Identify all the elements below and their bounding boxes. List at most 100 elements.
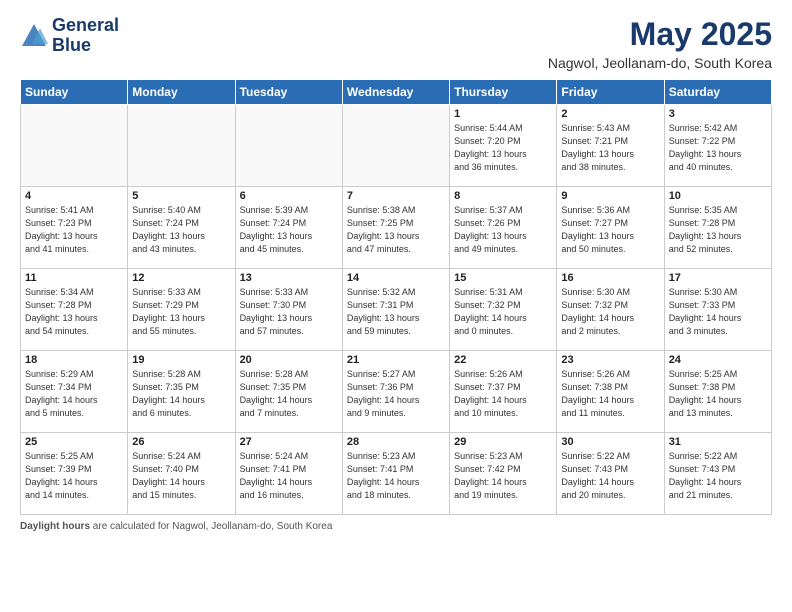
main-title: May 2025 [548,16,772,53]
calendar-cell: 22 Sunrise: 5:26 AM Sunset: 7:37 PM Dayli… [450,351,557,433]
calendar-cell: 15Sunrise: 5:31 AM Sunset: 7:32 PM Dayli… [450,269,557,351]
calendar-cell: 4 Sunrise: 5:41 AM Sunset: 7:23 PM Daylig… [21,187,128,269]
day-number: 27 [240,436,338,448]
footer: Daylight hours are calculated for Nagwol… [20,521,772,532]
calendar-week-1: 1Sunrise: 5:44 AM Sunset: 7:20 PM Daylig… [21,105,772,187]
logo-icon [20,22,48,50]
day-number: 5 [132,190,230,202]
day-number: 9 [561,190,659,202]
day-number: 12 [132,272,230,284]
calendar-cell: 9 Sunrise: 5:36 AM Sunset: 7:27 PM Daylig… [557,187,664,269]
col-header-tuesday: Tuesday [235,80,342,105]
col-header-thursday: Thursday [450,80,557,105]
logo-line2: Blue [52,36,119,56]
calendar-cell [21,105,128,187]
calendar-cell: 2Sunrise: 5:43 AM Sunset: 7:21 PM Daylig… [557,105,664,187]
day-number: 7 [347,190,445,202]
day-number: 16 [561,272,659,284]
calendar-cell: 30Sunrise: 5:22 AM Sunset: 7:43 PM Dayli… [557,433,664,515]
calendar-cell: 10Sunrise: 5:35 AM Sunset: 7:28 PM Dayli… [664,187,771,269]
calendar-week-5: 25 Sunrise: 5:25 AM Sunset: 7:39 PM Dayli… [21,433,772,515]
day-number: 23 [561,354,659,366]
day-number: 15 [454,272,552,284]
day-number: 4 [25,190,123,202]
day-number: 2 [561,108,659,120]
day-info: Sunrise: 5:22 AM Sunset: 7:43 PM Dayligh… [669,450,767,502]
day-number: 22 [454,354,552,366]
header: General Blue May 2025 Nagwol, Jeollanam-… [20,16,772,71]
day-info: Sunrise: 5:27 AM Sunset: 7:36 PM Dayligh… [347,368,445,420]
day-info: Sunrise: 5:25 AM Sunset: 7:38 PM Dayligh… [669,368,767,420]
calendar-cell: 14Sunrise: 5:32 AM Sunset: 7:31 PM Dayli… [342,269,449,351]
calendar-cell: 17Sunrise: 5:30 AM Sunset: 7:33 PM Dayli… [664,269,771,351]
day-number: 31 [669,436,767,448]
day-info: Sunrise: 5:33 AM Sunset: 7:29 PM Dayligh… [132,286,230,338]
day-info: Sunrise: 5:24 AM Sunset: 7:40 PM Dayligh… [132,450,230,502]
day-info: Sunrise: 5:26 AM Sunset: 7:38 PM Dayligh… [561,368,659,420]
calendar-cell: 19 Sunrise: 5:28 AM Sunset: 7:35 PM Dayli… [128,351,235,433]
day-number: 10 [669,190,767,202]
calendar-cell [342,105,449,187]
col-header-friday: Friday [557,80,664,105]
day-info: Sunrise: 5:36 AM Sunset: 7:27 PM Dayligh… [561,204,659,256]
calendar-cell: 5Sunrise: 5:40 AM Sunset: 7:24 PM Daylig… [128,187,235,269]
calendar-cell: 6Sunrise: 5:39 AM Sunset: 7:24 PM Daylig… [235,187,342,269]
calendar-cell: 24 Sunrise: 5:25 AM Sunset: 7:38 PM Dayli… [664,351,771,433]
day-info: Sunrise: 5:44 AM Sunset: 7:20 PM Dayligh… [454,122,552,174]
calendar-cell: 16 Sunrise: 5:30 AM Sunset: 7:32 PM Dayli… [557,269,664,351]
footer-label: Daylight hours [20,521,90,532]
calendar-cell: 25 Sunrise: 5:25 AM Sunset: 7:39 PM Dayli… [21,433,128,515]
day-number: 19 [132,354,230,366]
day-number: 29 [454,436,552,448]
calendar-table: SundayMondayTuesdayWednesdayThursdayFrid… [20,79,772,515]
day-number: 8 [454,190,552,202]
calendar-cell: 3 Sunrise: 5:42 AM Sunset: 7:22 PM Daylig… [664,105,771,187]
calendar-cell [235,105,342,187]
day-info: Sunrise: 5:33 AM Sunset: 7:30 PM Dayligh… [240,286,338,338]
day-info: Sunrise: 5:30 AM Sunset: 7:33 PM Dayligh… [669,286,767,338]
day-number: 11 [25,272,123,284]
day-number: 21 [347,354,445,366]
day-number: 25 [25,436,123,448]
col-header-saturday: Saturday [664,80,771,105]
day-info: Sunrise: 5:32 AM Sunset: 7:31 PM Dayligh… [347,286,445,338]
calendar-cell: 1Sunrise: 5:44 AM Sunset: 7:20 PM Daylig… [450,105,557,187]
title-block: May 2025 Nagwol, Jeollanam-do, South Kor… [548,16,772,71]
day-number: 26 [132,436,230,448]
calendar-cell: 18 Sunrise: 5:29 AM Sunset: 7:34 PM Dayli… [21,351,128,433]
day-info: Sunrise: 5:41 AM Sunset: 7:23 PM Dayligh… [25,204,123,256]
calendar-cell: 28Sunrise: 5:23 AM Sunset: 7:41 PM Dayli… [342,433,449,515]
day-info: Sunrise: 5:26 AM Sunset: 7:37 PM Dayligh… [454,368,552,420]
day-info: Sunrise: 5:28 AM Sunset: 7:35 PM Dayligh… [240,368,338,420]
day-info: Sunrise: 5:22 AM Sunset: 7:43 PM Dayligh… [561,450,659,502]
day-info: Sunrise: 5:38 AM Sunset: 7:25 PM Dayligh… [347,204,445,256]
calendar-cell: 8Sunrise: 5:37 AM Sunset: 7:26 PM Daylig… [450,187,557,269]
calendar-cell: 27Sunrise: 5:24 AM Sunset: 7:41 PM Dayli… [235,433,342,515]
calendar-cell: 12 Sunrise: 5:33 AM Sunset: 7:29 PM Dayli… [128,269,235,351]
subtitle: Nagwol, Jeollanam-do, South Korea [548,55,772,71]
calendar-header-row: SundayMondayTuesdayWednesdayThursdayFrid… [21,80,772,105]
day-info: Sunrise: 5:25 AM Sunset: 7:39 PM Dayligh… [25,450,123,502]
calendar-cell: 11 Sunrise: 5:34 AM Sunset: 7:28 PM Dayli… [21,269,128,351]
calendar-week-2: 4 Sunrise: 5:41 AM Sunset: 7:23 PM Daylig… [21,187,772,269]
day-info: Sunrise: 5:39 AM Sunset: 7:24 PM Dayligh… [240,204,338,256]
day-number: 24 [669,354,767,366]
day-info: Sunrise: 5:23 AM Sunset: 7:41 PM Dayligh… [347,450,445,502]
day-info: Sunrise: 5:29 AM Sunset: 7:34 PM Dayligh… [25,368,123,420]
day-info: Sunrise: 5:28 AM Sunset: 7:35 PM Dayligh… [132,368,230,420]
col-header-wednesday: Wednesday [342,80,449,105]
calendar-week-4: 18 Sunrise: 5:29 AM Sunset: 7:34 PM Dayli… [21,351,772,433]
calendar-cell: 26 Sunrise: 5:24 AM Sunset: 7:40 PM Dayli… [128,433,235,515]
calendar-week-3: 11 Sunrise: 5:34 AM Sunset: 7:28 PM Dayli… [21,269,772,351]
calendar-cell: 13Sunrise: 5:33 AM Sunset: 7:30 PM Dayli… [235,269,342,351]
logo-line1: General [52,16,119,36]
day-info: Sunrise: 5:42 AM Sunset: 7:22 PM Dayligh… [669,122,767,174]
logo-text: General Blue [52,16,119,56]
day-info: Sunrise: 5:34 AM Sunset: 7:28 PM Dayligh… [25,286,123,338]
footer-text: are calculated for Nagwol, Jeollanam-do,… [93,521,333,532]
day-info: Sunrise: 5:30 AM Sunset: 7:32 PM Dayligh… [561,286,659,338]
day-number: 20 [240,354,338,366]
col-header-monday: Monday [128,80,235,105]
day-number: 3 [669,108,767,120]
day-number: 18 [25,354,123,366]
